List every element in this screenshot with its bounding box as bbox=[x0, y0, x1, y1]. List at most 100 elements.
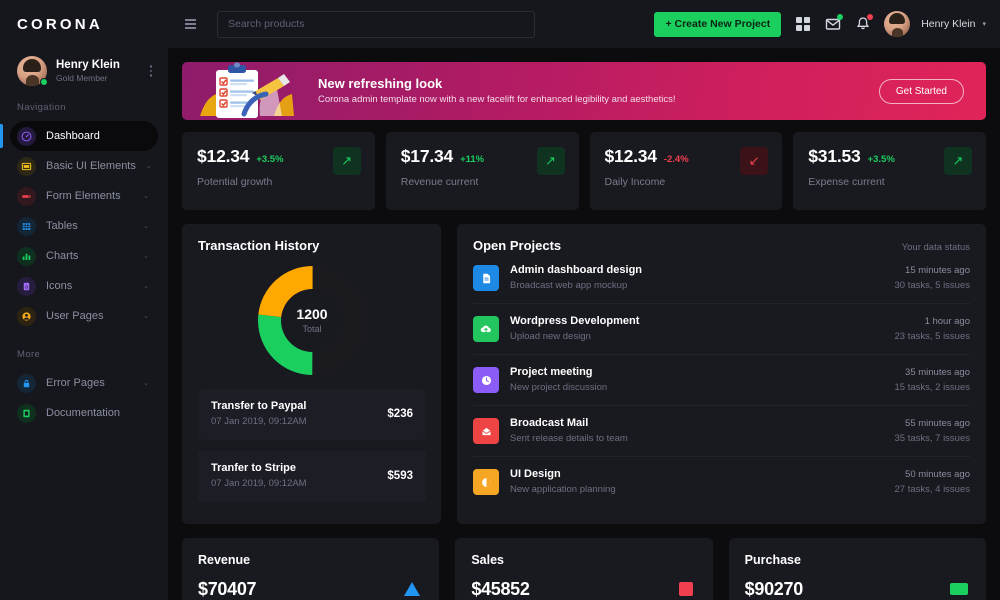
transaction-row[interactable]: Tranfer to Stripe 07 Jan 2019, 09:12AM $… bbox=[198, 451, 426, 502]
nav-heading-navigation: Navigation bbox=[0, 96, 168, 121]
trend-up-icon: ↗ bbox=[537, 147, 565, 175]
project-name: Broadcast Mail bbox=[510, 416, 883, 431]
mail-badge bbox=[837, 14, 843, 20]
stat-card-daily-income[interactable]: $12.34 -2.4% Daily Income ↙ bbox=[590, 132, 783, 210]
topbar-right: + Create New Project Henry Klein ▾ bbox=[654, 11, 986, 37]
project-tasks: 35 tasks, 7 issues bbox=[894, 432, 970, 446]
banner-subtitle: Corona admin template now with a new fac… bbox=[318, 92, 879, 107]
project-row[interactable]: Admin dashboard design Broadcast web app… bbox=[473, 253, 970, 304]
topbar: + Create New Project Henry Klein ▾ bbox=[168, 0, 1000, 48]
project-tasks: 30 tasks, 5 issues bbox=[894, 279, 970, 293]
sidebar-item-charts[interactable]: Charts ⌄ bbox=[10, 241, 158, 271]
sidebar-item-documentation[interactable]: Documentation bbox=[10, 398, 158, 428]
icons-icon: a bbox=[17, 277, 36, 296]
stat-card-expense-current[interactable]: $31.53 +3.5% Expense current ↗ bbox=[793, 132, 986, 210]
sidebar-item-dashboard[interactable]: Dashboard bbox=[10, 121, 158, 151]
purchase-card[interactable]: Purchase $90270 bbox=[729, 538, 986, 600]
square-icon bbox=[675, 578, 697, 600]
sidebar-item-label: Documentation bbox=[46, 407, 139, 419]
donut-total-label: Total bbox=[302, 323, 321, 336]
stat-value: $17.34 bbox=[401, 146, 453, 167]
project-tasks: 27 tasks, 4 issues bbox=[894, 483, 970, 497]
sales-card[interactable]: Sales $45852 bbox=[455, 538, 712, 600]
topbar-user-name: Henry Klein bbox=[921, 18, 975, 30]
stat-delta: +3.5% bbox=[868, 154, 895, 165]
sidebar-item-form-elements[interactable]: Form Elements ⌄ bbox=[10, 181, 158, 211]
sidebar-profile[interactable]: Henry Klein Gold Member bbox=[0, 48, 168, 96]
sidebar-item-label: Dashboard bbox=[46, 130, 139, 142]
bell-icon[interactable] bbox=[854, 16, 871, 33]
stat-card-potential-growth[interactable]: $12.34 +3.5% Potential growth ↗ bbox=[182, 132, 375, 210]
search-input[interactable] bbox=[228, 18, 524, 30]
project-row[interactable]: Wordpress Development Upload new design … bbox=[473, 304, 970, 355]
transaction-amount: $236 bbox=[387, 408, 413, 420]
triangle-up-icon bbox=[401, 578, 423, 600]
search-box[interactable] bbox=[217, 11, 535, 38]
sidebar-item-label: User Pages bbox=[46, 310, 133, 322]
stat-label: Potential growth bbox=[197, 176, 333, 188]
project-name: Wordpress Development bbox=[510, 314, 883, 329]
data-status-label: Your data status bbox=[902, 242, 970, 253]
notification-badge bbox=[867, 14, 873, 20]
chevron-down-icon: ⌄ bbox=[143, 379, 149, 387]
project-name: Project meeting bbox=[510, 365, 883, 380]
card-title: Revenue bbox=[198, 553, 423, 567]
project-row[interactable]: Broadcast Mail Sent release details to t… bbox=[473, 406, 970, 457]
stat-label: Expense current bbox=[808, 176, 944, 188]
project-time: 1 hour ago bbox=[894, 315, 970, 329]
trend-up-icon: ↗ bbox=[333, 147, 361, 175]
user-menu[interactable]: Henry Klein ▾ bbox=[884, 11, 986, 37]
kebab-menu-icon[interactable] bbox=[148, 62, 155, 80]
sidebar-item-label: Icons bbox=[46, 280, 133, 292]
clock-icon bbox=[473, 367, 499, 393]
transaction-row[interactable]: Transfer to Paypal 07 Jan 2019, 09:12AM … bbox=[198, 389, 426, 440]
transaction-date: 07 Jan 2019, 09:12AM bbox=[211, 477, 387, 491]
pie-chart-icon bbox=[473, 469, 499, 495]
project-name: Admin dashboard design bbox=[510, 263, 883, 278]
stats-row: $12.34 +3.5% Potential growth ↗ $17.34 +… bbox=[182, 132, 986, 210]
bottom-row: Revenue $70407 Sales $45852 bbox=[182, 538, 986, 600]
stat-delta: +11% bbox=[460, 154, 484, 165]
stat-value: $12.34 bbox=[197, 146, 249, 167]
table-icon bbox=[17, 217, 36, 236]
trend-up-icon: ↗ bbox=[944, 147, 972, 175]
stat-value: $12.34 bbox=[605, 146, 657, 167]
sidebar-item-error-pages[interactable]: Error Pages ⌄ bbox=[10, 368, 158, 398]
project-time: 50 minutes ago bbox=[894, 468, 970, 482]
sidebar-item-user-pages[interactable]: User Pages ⌄ bbox=[10, 301, 158, 331]
profile-role: Gold Member bbox=[56, 72, 139, 84]
sidebar-item-icons[interactable]: a Icons ⌄ bbox=[10, 271, 158, 301]
project-desc: New project discussion bbox=[510, 381, 883, 395]
transaction-amount: $593 bbox=[387, 470, 413, 482]
profile-name: Henry Klein bbox=[56, 58, 139, 72]
chevron-down-icon: ⌄ bbox=[143, 192, 149, 200]
sidebar-item-label: Basic UI Elements bbox=[46, 160, 136, 172]
revenue-card[interactable]: Revenue $70407 bbox=[182, 538, 439, 600]
sidebar-item-label: Tables bbox=[46, 220, 133, 232]
project-desc: Sent release details to team bbox=[510, 432, 883, 446]
project-row[interactable]: UI Design New application planning 50 mi… bbox=[473, 457, 970, 507]
online-status-dot bbox=[40, 78, 48, 86]
book-icon bbox=[17, 404, 36, 423]
grid-apps-icon[interactable] bbox=[794, 16, 811, 33]
stat-delta: -2.4% bbox=[664, 154, 689, 165]
project-row[interactable]: Project meeting New project discussion 3… bbox=[473, 355, 970, 406]
open-projects-header: Open Projects Your data status bbox=[473, 238, 970, 253]
sidebar-item-label: Form Elements bbox=[46, 190, 133, 202]
create-new-project-button[interactable]: + Create New Project bbox=[654, 12, 781, 37]
clipboard-checklist-illustration bbox=[182, 62, 310, 120]
mail-icon bbox=[473, 418, 499, 444]
project-time: 55 minutes ago bbox=[894, 417, 970, 431]
mid-row: Transaction History 1200 bbox=[182, 224, 986, 524]
brand-logo[interactable]: CORONA bbox=[0, 0, 168, 48]
sidebar-item-tables[interactable]: Tables ⌄ bbox=[10, 211, 158, 241]
card-title: Transaction History bbox=[198, 238, 426, 253]
sidebar-item-basic-ui-elements[interactable]: Basic UI Elements ⌄ bbox=[10, 151, 158, 181]
stat-card-revenue-current[interactable]: $17.34 +11% Revenue current ↗ bbox=[386, 132, 579, 210]
get-started-button[interactable]: Get Started bbox=[879, 79, 964, 104]
stat-label: Revenue current bbox=[401, 176, 537, 188]
envelope-icon[interactable] bbox=[824, 16, 841, 33]
promo-banner: New refreshing look Corona admin templat… bbox=[182, 62, 986, 120]
hamburger-icon[interactable] bbox=[180, 15, 201, 33]
transaction-name: Tranfer to Stripe bbox=[211, 461, 387, 476]
